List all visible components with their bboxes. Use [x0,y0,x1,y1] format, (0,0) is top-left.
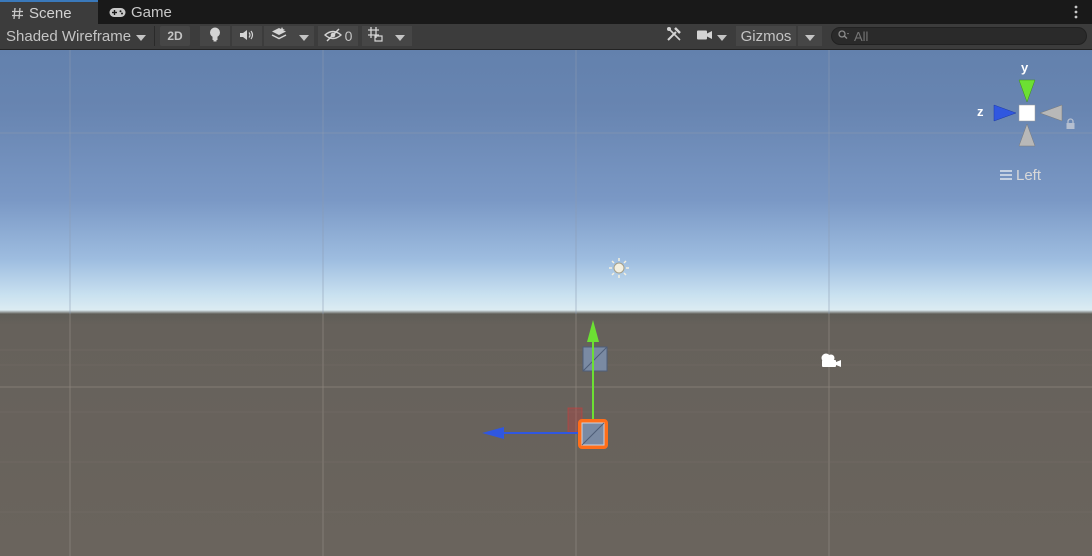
hash-icon [11,7,24,20]
hierarchy-search-field[interactable] [831,27,1087,45]
gizmo-neg-z-cone[interactable] [1039,104,1063,122]
gizmos-dropdown[interactable] [798,26,822,46]
dropdown-arrow-icon [805,28,815,45]
2d-label: 2D [167,29,183,43]
tools-button[interactable] [660,24,688,48]
gizmo-neg-y-cone[interactable] [1018,123,1036,147]
shading-mode-label: Shaded Wireframe [6,27,132,45]
gizmo-z-label: z [977,104,984,119]
tools-icon [666,26,682,46]
camera-gizmo-icon[interactable] [821,353,842,368]
scene-viewport[interactable]: y z Left [0,50,1092,556]
scene-toolbar: Shaded Wireframe 2D 0 Gizmos [0,24,1092,50]
gizmo-z-cone[interactable] [993,104,1017,122]
hidden-objects-toggle[interactable]: 0 [318,26,358,46]
axis-z-arrow[interactable] [482,427,504,439]
cube-wireframe[interactable] [582,346,608,372]
view-orientation-label[interactable]: Left [1000,167,1041,184]
lighting-toggle-button[interactable] [200,26,230,46]
layers-icon [271,27,287,45]
hamburger-icon [1000,167,1012,184]
grid-snap-icon [367,26,383,46]
dropdown-arrow-icon [717,28,727,45]
gizmos-toggle-button[interactable]: Gizmos [736,26,796,46]
gizmo-y-label: y [1021,60,1029,75]
kebab-menu-icon[interactable] [1074,4,1078,20]
tab-scene-label: Scene [29,4,72,22]
sun-icon[interactable] [609,258,629,278]
tab-scene[interactable]: Scene [0,0,98,24]
tab-bar: Scene Game [0,0,1092,24]
shading-mode-dropdown[interactable]: Shaded Wireframe [0,24,152,48]
axis-y-arrow[interactable] [587,320,599,342]
speaker-icon [239,28,255,45]
effects-toggle-button[interactable] [264,26,294,46]
tab-game[interactable]: Game [98,0,182,24]
scene-grid [0,50,1092,556]
lock-icon[interactable] [1065,116,1076,134]
grid-dropdown[interactable] [388,26,412,46]
camera-icon [697,28,713,45]
2d-toggle-button[interactable]: 2D [160,26,190,46]
search-icon [838,27,850,45]
orientation-gizmo[interactable] [993,79,1063,147]
grid-snap-toggle[interactable] [362,26,388,46]
gizmo-center-cube[interactable] [1018,104,1036,122]
effects-dropdown[interactable] [294,26,314,46]
search-input[interactable] [854,28,1054,44]
audio-toggle-button[interactable] [232,26,262,46]
gizmos-label: Gizmos [740,27,792,45]
dropdown-arrow-icon [299,28,309,45]
tab-game-label: Game [131,3,172,21]
dropdown-arrow-icon [395,28,405,45]
hidden-count: 0 [344,28,353,44]
gizmo-y-cone[interactable] [1018,79,1036,103]
view-orientation-text: Left [1016,167,1042,184]
eye-slash-icon [323,27,342,45]
lightbulb-icon [209,27,221,46]
scene-canvas [0,50,1092,556]
move-tool-gizmo[interactable] [482,320,608,449]
camera-settings-button[interactable] [692,24,732,48]
gamepad-icon [109,7,126,18]
dropdown-arrow-icon [136,28,146,45]
